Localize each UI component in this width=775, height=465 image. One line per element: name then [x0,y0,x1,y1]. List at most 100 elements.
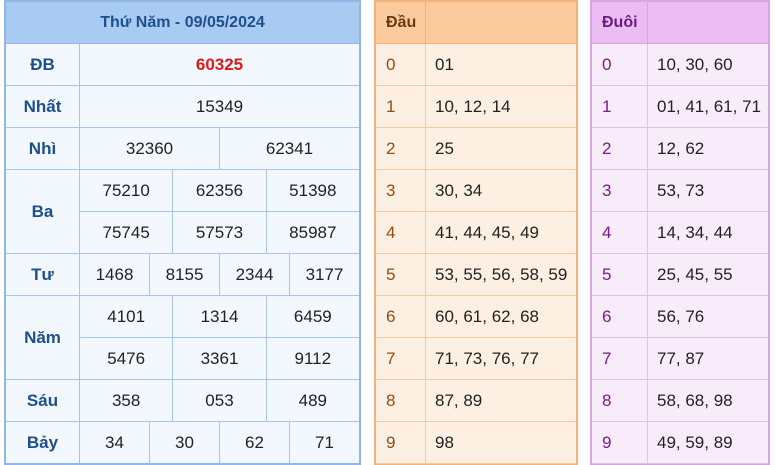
prize-number: 4101 [107,306,146,326]
head-digit-digit: 8 [376,380,426,421]
prize-line: 32360 62341 [80,128,359,169]
prize-values: 32360 62341 [80,128,359,169]
prize-row: ĐB 60325 [6,44,359,86]
prize-row: Bảy 34 30 62 71 [6,422,359,464]
prize-values: 15349 [80,86,359,127]
head-digit-row: 7 71, 73, 76, 77 [376,338,576,380]
head-digit-row: 2 25 [376,128,576,170]
head-digit-numbers: 53, 55, 56, 58, 59 [435,264,568,284]
head-digit-row: 9 98 [376,422,576,464]
head-digit-numbers: 01 [435,54,454,74]
tail-digit-row: 0 10, 30, 60 [592,44,768,86]
tail-digit-row: 2 12, 62 [592,128,768,170]
prize-line: 60325 [80,44,359,85]
prize-number: 75745 [102,222,150,242]
prize-row: Ba 75210 62356 51398 75745 57573 85987 [6,170,359,254]
prize-number: 34 [105,433,124,452]
tail-digit-row: 9 49, 59, 89 [592,422,768,464]
tail-digit-digit: 7 [592,338,648,379]
tail-digit-digit: 9 [592,422,648,463]
tail-digit-digit: 6 [592,296,648,337]
tail-digit-row: 7 77, 87 [592,338,768,380]
prize-number: 62356 [172,170,265,211]
prize-values: 34 30 62 71 [80,422,359,464]
head-digit-digit: 0 [376,44,426,85]
prize-number: 053 [172,380,265,421]
prize-values: 4101 1314 6459 5476 3361 9112 [80,296,359,379]
tail-digit-digit: 4 [592,212,648,253]
head-digit-digit: 1 [376,86,426,127]
tail-digit-digit: 2 [592,128,648,169]
head-digit-title: Đầu [376,2,426,43]
tail-digit-row: 4 14, 34, 44 [592,212,768,254]
tail-digit-row: 1 01, 41, 61, 71 [592,86,768,128]
prize-label: Bảy [6,422,80,464]
tail-digit-title: Đuôi [592,2,648,43]
prize-line: 15349 [80,86,359,127]
head-digit-row: 3 30, 34 [376,170,576,212]
prize-number: 71 [289,422,359,464]
prize-number: 5476 [107,348,146,368]
head-digit-numbers: 87, 89 [435,390,483,410]
tail-digit-numbers: 25, 45, 55 [657,264,733,284]
prize-number: 75210 [102,180,150,200]
tail-digit-row: 3 53, 73 [592,170,768,212]
tail-digit-digit: 5 [592,254,648,295]
tail-digit-digit: 3 [592,170,648,211]
tail-digit-table: Đuôi 0 10, 30, 60 1 01, 41, 61, 71 2 12, 62 3 5… [590,0,770,465]
prize-row: Tư 1468 8155 2344 3177 [6,254,359,296]
prize-line: 75210 62356 51398 [80,170,359,211]
prize-row: Sáu 358 053 489 [6,380,359,422]
head-digit-row: 8 87, 89 [376,380,576,422]
prize-line: 4101 1314 6459 [80,296,359,337]
prize-number: 9112 [265,338,359,379]
head-digit-rows: 0 01 1 10, 12, 14 2 25 3 30, 34 4 41, 44, 45, 49 5… [376,44,576,464]
prize-line: 1468 8155 2344 3177 [80,254,359,295]
prize-number: 3177 [289,254,359,295]
prize-number: 6459 [265,296,359,337]
head-digit-digit: 3 [376,170,426,211]
tail-digit-numbers: 56, 76 [657,306,705,326]
head-digit-table: Đầu 0 01 1 10, 12, 14 2 25 3 30, 34 4 41, 44, 45,… [374,0,578,465]
prize-line: 75745 57573 85987 [80,211,359,253]
prize-number: 358 [111,390,141,410]
tail-digit-row: 5 25, 45, 55 [592,254,768,296]
prize-number: 57573 [172,212,265,253]
prize-rows: ĐB 60325 Nhất 15349 Nhì 32360 62341 Ba 75210 6235… [6,44,359,464]
head-digit-numbers: 98 [435,432,454,452]
head-digit-digit: 7 [376,338,426,379]
head-digit-digit: 6 [376,296,426,337]
prize-line: 5476 3361 9112 [80,337,359,379]
head-digit-digit: 5 [376,254,426,295]
head-digit-digit: 2 [376,128,426,169]
tail-digit-digit: 0 [592,44,648,85]
tail-digit-row: 8 58, 68, 98 [592,380,768,422]
prize-number: 489 [265,380,359,421]
prize-values: 75210 62356 51398 75745 57573 85987 [80,170,359,253]
prize-label: ĐB [6,44,80,85]
head-digit-row: 5 53, 55, 56, 58, 59 [376,254,576,296]
tail-digit-numbers: 49, 59, 89 [657,432,733,452]
tail-digit-numbers: 12, 62 [657,138,705,158]
prize-values: 60325 [80,44,359,85]
prize-number: 62 [219,422,289,464]
prize-values: 358 053 489 [80,380,359,421]
prize-line: 358 053 489 [80,380,359,421]
tail-digit-numbers: 58, 68, 98 [657,390,733,410]
head-digit-numbers: 30, 34 [435,180,483,200]
tail-digit-numbers: 53, 73 [657,180,705,200]
prize-label: Ba [6,170,80,253]
head-digit-digit: 4 [376,212,426,253]
prize-number: 1468 [95,264,134,284]
prize-label: Sáu [6,380,80,421]
head-digit-header: Đầu [376,2,576,44]
prize-label: Năm [6,296,80,379]
prize-number: 1314 [172,296,265,337]
tail-digit-row: 6 56, 76 [592,296,768,338]
prize-row: Năm 4101 1314 6459 5476 3361 9112 [6,296,359,380]
head-digit-row: 4 41, 44, 45, 49 [376,212,576,254]
tail-digit-numbers: 01, 41, 61, 71 [657,96,761,116]
tail-digit-digit: 1 [592,86,648,127]
head-digit-numbers: 10, 12, 14 [435,96,511,116]
tail-digit-header: Đuôi [592,2,768,44]
